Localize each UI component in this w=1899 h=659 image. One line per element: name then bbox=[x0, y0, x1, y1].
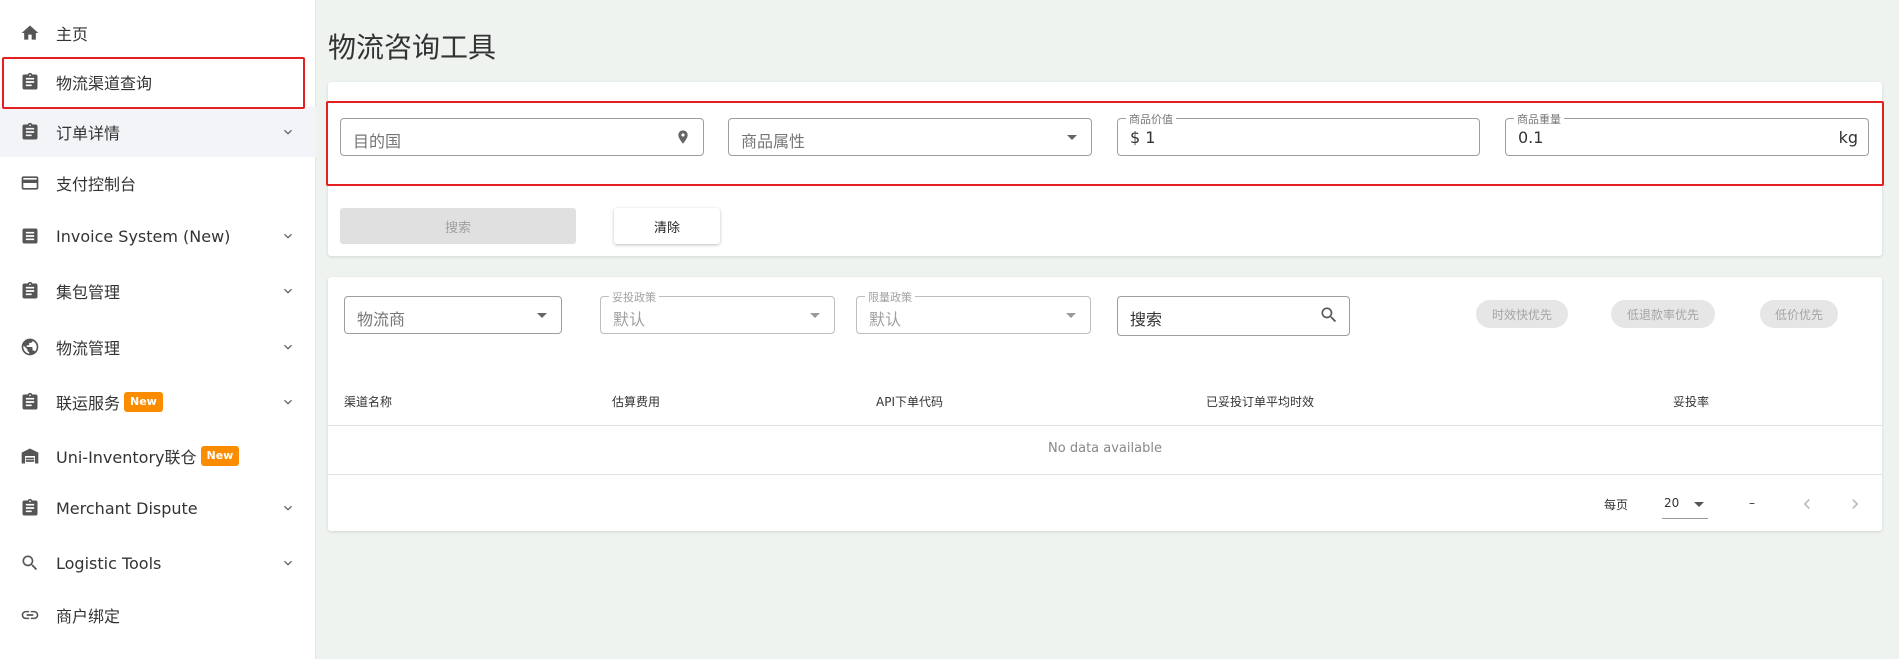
new-badge: New bbox=[124, 392, 163, 412]
table-header-channel-name[interactable]: 渠道名称 bbox=[344, 393, 392, 410]
clipboard-icon bbox=[20, 281, 40, 301]
search-icon bbox=[1321, 307, 1337, 323]
sidebar-item-merchant-dispute[interactable]: Merchant Dispute bbox=[0, 483, 316, 533]
dropdown-arrow-icon bbox=[537, 313, 547, 318]
sort-low-price-button[interactable]: 低价优先 bbox=[1760, 300, 1838, 328]
link-icon bbox=[20, 605, 40, 625]
channel-search-input[interactable]: 搜索 bbox=[1117, 296, 1350, 336]
dropdown-arrow-icon bbox=[1066, 313, 1076, 318]
sidebar-item-uni-inventory[interactable]: Uni-Inventory联仓 New bbox=[0, 431, 316, 481]
sidebar-item-label: Merchant Dispute bbox=[56, 498, 198, 518]
chevron-down-icon bbox=[280, 394, 296, 410]
chevron-right-icon bbox=[1852, 499, 1859, 509]
list-icon bbox=[20, 226, 40, 246]
sort-speed-button[interactable]: 时效快优先 bbox=[1476, 300, 1568, 328]
chevron-down-icon bbox=[280, 500, 296, 516]
next-page-button[interactable] bbox=[1845, 494, 1865, 514]
chevron-left-icon bbox=[1803, 499, 1810, 509]
weight-policy-value: 默认 bbox=[869, 310, 902, 329]
sidebar-item-label: 集包管理 bbox=[56, 283, 121, 302]
search-button[interactable]: 搜索 bbox=[340, 208, 576, 244]
sidebar-item-label: Logistic Tools bbox=[56, 553, 162, 573]
weight-policy-label: 限量政策 bbox=[865, 289, 915, 305]
sidebar-item-label: Invoice System (New) bbox=[56, 226, 231, 246]
table-divider bbox=[328, 425, 1882, 426]
search-icon bbox=[20, 553, 40, 573]
clipboard-icon bbox=[20, 392, 40, 412]
clear-button[interactable]: 清除 bbox=[614, 208, 720, 244]
clipboard-icon bbox=[20, 498, 40, 518]
chevron-down-icon bbox=[280, 555, 296, 571]
rows-per-page-label: 每页 bbox=[1604, 498, 1629, 512]
sidebar-item-order-details[interactable]: 订单详情 bbox=[0, 107, 316, 157]
table-header-avg-delivery-time[interactable]: 已妥投订单平均时效 bbox=[1206, 393, 1314, 410]
sidebar-item-label: 支付控制台 bbox=[56, 175, 137, 194]
sidebar-item-invoice-system[interactable]: Invoice System (New) bbox=[0, 211, 316, 261]
delivery-policy-label: 妥投政策 bbox=[609, 289, 659, 305]
globe-icon bbox=[20, 337, 40, 357]
highlight-box bbox=[326, 101, 1884, 186]
table-header-estimated-fee[interactable]: 估算费用 bbox=[612, 393, 660, 410]
sidebar-item-logistic-tools[interactable]: Logistic Tools bbox=[0, 538, 316, 588]
chevron-down-icon bbox=[280, 124, 296, 140]
page-range: – bbox=[1749, 496, 1755, 510]
sidebar-item-consolidation[interactable]: 集包管理 bbox=[0, 266, 316, 316]
sidebar-item-intermodal-service[interactable]: 联运服务 New bbox=[0, 377, 316, 427]
home-icon bbox=[20, 23, 40, 43]
table-empty-message: No data available bbox=[1048, 441, 1162, 456]
chevron-down-icon bbox=[280, 283, 296, 299]
sidebar-item-label: Uni-Inventory联仓 bbox=[56, 448, 197, 467]
sidebar-item-home[interactable]: 主页 bbox=[0, 8, 316, 58]
credit-card-icon bbox=[20, 173, 40, 193]
sidebar-item-label: 商户绑定 bbox=[56, 607, 121, 626]
sidebar-item-merchant-binding[interactable]: 商户绑定 bbox=[0, 590, 316, 640]
table-header-delivery-rate[interactable]: 妥投率 bbox=[1673, 393, 1709, 410]
sidebar-item-logistics-management[interactable]: 物流管理 bbox=[0, 322, 316, 372]
sidebar-item-label: 物流管理 bbox=[56, 339, 121, 358]
warehouse-icon bbox=[20, 446, 40, 466]
sidebar-item-payment-console[interactable]: 支付控制台 bbox=[0, 158, 316, 208]
sort-low-refund-button[interactable]: 低退款率优先 bbox=[1611, 300, 1715, 328]
prev-page-button[interactable] bbox=[1797, 494, 1817, 514]
delivery-policy-select[interactable]: 妥投政策 默认 bbox=[600, 289, 835, 334]
clipboard-icon bbox=[20, 122, 40, 142]
sidebar-item-label: 订单详情 bbox=[56, 124, 121, 143]
sidebar-item-label: 联运服务 bbox=[56, 394, 121, 413]
dropdown-arrow-icon bbox=[810, 313, 820, 318]
delivery-policy-value: 默认 bbox=[613, 310, 646, 329]
chevron-down-icon bbox=[280, 339, 296, 355]
carrier-placeholder: 物流商 bbox=[357, 310, 406, 329]
carrier-select[interactable]: 物流商 bbox=[344, 296, 562, 334]
chevron-down-icon bbox=[280, 228, 296, 244]
weight-policy-select[interactable]: 限量政策 默认 bbox=[856, 289, 1091, 334]
rows-per-page-value: 20 bbox=[1664, 496, 1680, 510]
table-divider bbox=[328, 474, 1882, 475]
channel-search-placeholder: 搜索 bbox=[1130, 310, 1163, 329]
sidebar-item-label: 主页 bbox=[56, 25, 89, 44]
new-badge: New bbox=[200, 446, 240, 466]
rows-per-page-select[interactable]: 20 bbox=[1662, 490, 1708, 519]
highlight-box bbox=[2, 57, 305, 109]
page-title: 物流咨询工具 bbox=[328, 31, 497, 64]
dropdown-arrow-icon bbox=[1694, 502, 1704, 507]
table-header-api-code[interactable]: API下单代码 bbox=[876, 393, 943, 410]
